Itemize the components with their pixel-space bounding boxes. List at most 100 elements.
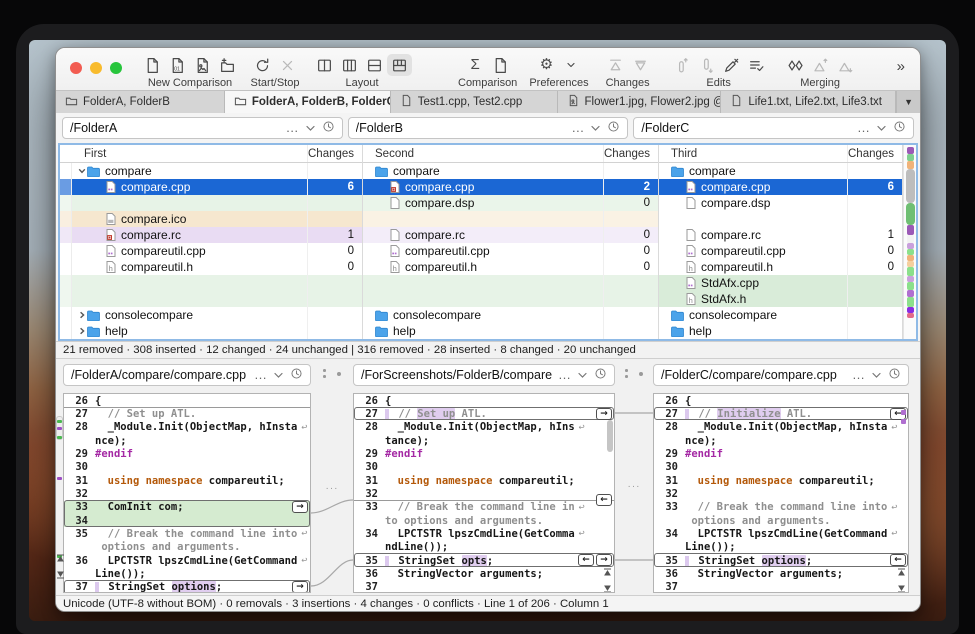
- tree-row[interactable]: compare.cpp2: [363, 179, 658, 195]
- comparison-report-icon[interactable]: [488, 54, 513, 76]
- preferences-gear-icon[interactable]: ⚙: [534, 54, 559, 76]
- tree-row[interactable]: compare.cpp6: [659, 179, 902, 195]
- code-pane-3[interactable]: 26{27 // Initialize ATL.28 _Module.Init(…: [653, 393, 909, 593]
- layout-three-columns-icon[interactable]: [337, 54, 362, 76]
- more-menu-icon[interactable]: …: [286, 123, 299, 133]
- more-menu-icon[interactable]: …: [254, 370, 267, 380]
- first-change-icon[interactable]: [56, 550, 65, 559]
- tree-row[interactable]: compareutil.cpp0: [60, 243, 362, 259]
- comparison-summary-icon[interactable]: Σ: [463, 54, 488, 76]
- tree-row[interactable]: help: [60, 323, 362, 339]
- tree-row[interactable]: consolecompare: [659, 307, 902, 323]
- dropdown-chevron-icon[interactable]: [872, 368, 881, 382]
- history-clock-icon[interactable]: [322, 120, 335, 136]
- new-text-comparison-icon[interactable]: [140, 54, 165, 76]
- pane-splitter[interactable]: [615, 366, 653, 388]
- start-comparison-icon[interactable]: [250, 54, 275, 76]
- file-path-field-2[interactable]: /ForScreenshots/FolderB/compare/con…: [353, 364, 615, 386]
- tree-row-empty[interactable]: [363, 291, 658, 307]
- zoom-window-button[interactable]: [110, 62, 122, 74]
- tree-row[interactable]: hcompareutil.h0: [659, 259, 902, 275]
- dropdown-chevron-icon[interactable]: [877, 121, 886, 135]
- last-change-icon[interactable]: [897, 580, 906, 589]
- history-clock-icon[interactable]: [290, 367, 303, 383]
- new-binary-comparison-icon[interactable]: 01: [165, 54, 190, 76]
- more-menu-icon[interactable]: …: [852, 370, 865, 380]
- more-menu-icon[interactable]: …: [558, 370, 571, 380]
- tree-row[interactable]: compareutil.cpp0: [363, 243, 658, 259]
- tree-row[interactable]: hStdAfx.h: [659, 291, 902, 307]
- toolbar-overflow-button[interactable]: »: [897, 58, 904, 75]
- chevron-down-icon[interactable]: [77, 167, 87, 175]
- last-change-icon[interactable]: [56, 566, 65, 575]
- tree-row[interactable]: compare.cpp6: [60, 179, 362, 195]
- file-path-field-3[interactable]: /FolderC/compare/compare.cpp…: [653, 364, 909, 386]
- tree-row[interactable]: hcompareutil.h0: [363, 259, 658, 275]
- tab-foldera[interactable]: FolderA, FolderB, FolderC: [225, 91, 391, 113]
- folder-path-field-1[interactable]: /FolderA…: [62, 117, 343, 139]
- tree-row[interactable]: compare: [363, 163, 658, 179]
- code-pane-1[interactable]: 26{27 // Set up ATL.28 _Module.Init(Obje…: [63, 393, 311, 593]
- tree-row[interactable]: compareutil.cpp0: [659, 243, 902, 259]
- tree-row[interactable]: compare.rc0: [363, 227, 658, 243]
- merge-right-button[interactable]: →: [292, 581, 308, 593]
- new-folder-comparison-icon[interactable]: [215, 54, 240, 76]
- tab-life1.txt[interactable]: Life1.txt, Life2.txt, Life3.txt: [721, 91, 896, 113]
- dropdown-chevron-icon[interactable]: [274, 368, 283, 382]
- merge-left-button[interactable]: ←: [578, 554, 594, 566]
- file-path-field-1[interactable]: /FolderA/compare/compare.cpp…: [63, 364, 311, 386]
- tree-row[interactable]: compare.dsp: [659, 195, 902, 211]
- tree-row[interactable]: hcompareutil.h0: [60, 259, 362, 275]
- tree-row-empty[interactable]: [60, 291, 362, 307]
- tab-flower1.jpg[interactable]: Flower1.jpg, Flower2.jpg @ 100%: [558, 91, 722, 113]
- accept-edits-icon[interactable]: [744, 54, 769, 76]
- automatic-merge-icon[interactable]: [783, 54, 808, 76]
- folder-path-field-3[interactable]: /FolderC…: [633, 117, 914, 139]
- layout-two-rows-icon[interactable]: [362, 54, 387, 76]
- tab-list-dropdown-button[interactable]: ▼: [896, 91, 920, 113]
- more-menu-icon[interactable]: …: [571, 123, 584, 133]
- dropdown-chevron-icon[interactable]: [591, 121, 600, 135]
- dropdown-chevron-icon[interactable]: [306, 121, 315, 135]
- history-clock-icon[interactable]: [888, 367, 901, 383]
- tree-row[interactable]: help: [659, 323, 902, 339]
- tree-row[interactable]: compare.rc1: [60, 227, 362, 243]
- tab-foldera[interactable]: FolderA, FolderB: [56, 91, 225, 113]
- new-image-comparison-icon[interactable]: [190, 54, 215, 76]
- tree-row-empty[interactable]: [659, 211, 902, 227]
- merge-right-button[interactable]: →: [292, 501, 308, 513]
- tree-row-empty[interactable]: [363, 275, 658, 291]
- chevron-right-icon[interactable]: [77, 311, 87, 319]
- minimize-window-button[interactable]: [90, 62, 102, 74]
- tree-row[interactable]: compare: [60, 163, 362, 179]
- tree-row[interactable]: help: [363, 323, 658, 339]
- tree-row[interactable]: compare.rc1: [659, 227, 902, 243]
- discard-edits-icon[interactable]: [719, 54, 744, 76]
- folder-path-field-2[interactable]: /FolderB…: [348, 117, 629, 139]
- tab-test1.cpp[interactable]: Test1.cpp, Test2.cpp: [391, 91, 558, 113]
- pane-splitter[interactable]: [311, 366, 353, 388]
- code-pane-2[interactable]: 26{27 // Set up ATL.28 _Module.Init(Obje…: [353, 393, 615, 593]
- merge-left-button[interactable]: ←: [596, 494, 612, 506]
- first-change-icon[interactable]: [897, 564, 906, 573]
- pane-scrollbar-thumb[interactable]: [607, 420, 613, 452]
- history-clock-icon[interactable]: [607, 120, 620, 136]
- layout-two-columns-icon[interactable]: [312, 54, 337, 76]
- tree-row[interactable]: consolecompare: [363, 307, 658, 323]
- tree-row[interactable]: compare: [659, 163, 902, 179]
- dropdown-chevron-icon[interactable]: [578, 368, 587, 382]
- tree-change-map-scrollbar[interactable]: [903, 145, 916, 339]
- last-change-icon[interactable]: [603, 580, 612, 589]
- history-clock-icon[interactable]: [594, 367, 607, 383]
- tree-row-empty[interactable]: [60, 275, 362, 291]
- more-menu-icon[interactable]: …: [857, 123, 870, 133]
- tree-row[interactable]: StdAfx.cpp: [659, 275, 902, 291]
- tree-row[interactable]: consolecompare: [60, 307, 362, 323]
- tree-row[interactable]: compare.ico: [60, 211, 362, 227]
- tree-row[interactable]: compare.dsp0: [363, 195, 658, 211]
- tree-row-empty[interactable]: [363, 211, 658, 227]
- merge-right-button[interactable]: →: [596, 408, 612, 420]
- layout-three-rows-icon[interactable]: [387, 54, 412, 76]
- chevron-right-icon[interactable]: [77, 327, 87, 335]
- history-clock-icon[interactable]: [893, 120, 906, 136]
